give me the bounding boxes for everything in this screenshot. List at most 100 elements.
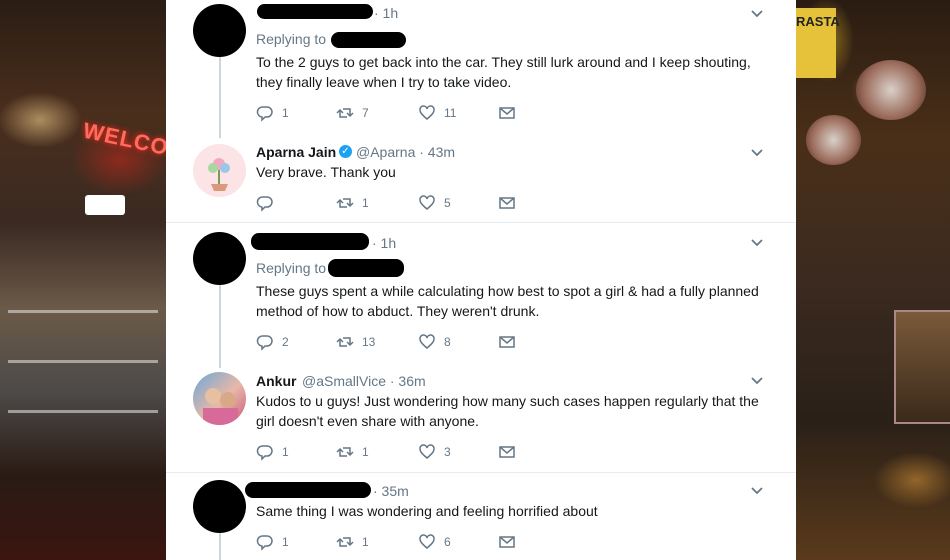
reply-count: 1 [282, 106, 289, 120]
heart-icon [419, 444, 435, 459]
right-background-photo: RASTA [796, 0, 950, 560]
tweet-feed: · 1h Replying to To the 2 guys to get ba… [166, 0, 796, 560]
author-handle[interactable]: @Aparna · 43m [356, 144, 455, 160]
envelope-icon [499, 197, 515, 209]
tweet-time[interactable]: · 1h [372, 235, 396, 251]
chevron-down-icon[interactable] [749, 373, 765, 389]
retweet-icon [336, 108, 354, 118]
heart-icon [419, 534, 435, 549]
retweet-icon [336, 537, 354, 547]
shelf-line [8, 310, 158, 313]
tweet-time[interactable]: · 35m [373, 483, 409, 499]
reply-icon [256, 445, 273, 461]
envelope-icon [499, 336, 515, 348]
reply-button[interactable] [256, 194, 274, 212]
direct-message-button[interactable] [498, 194, 516, 212]
thread-line [219, 532, 221, 560]
retweet-icon [336, 198, 354, 208]
like-count: 11 [444, 106, 457, 120]
avatar-redacted[interactable] [193, 232, 246, 285]
envelope-icon [499, 107, 515, 119]
reply-count: 1 [282, 445, 289, 459]
reply-icon [256, 335, 273, 351]
thread-line [219, 50, 221, 138]
tweet-text: To the 2 guys to get back into the car. … [256, 54, 751, 90]
welcome-sign: WELCOME [80, 117, 166, 168]
retweet-button[interactable]: 7 [336, 104, 369, 122]
hanging-plate [856, 60, 926, 120]
like-button[interactable]: 6 [418, 533, 451, 551]
verified-badge-icon: ✓ [339, 145, 352, 158]
heart-icon [419, 105, 435, 120]
direct-message-button[interactable] [498, 333, 516, 351]
tweet-time[interactable]: · 1h [374, 5, 398, 21]
envelope-icon [499, 446, 515, 458]
like-button[interactable]: 5 [418, 194, 451, 212]
reply-count: 2 [282, 335, 289, 349]
chevron-down-icon[interactable] [749, 145, 765, 161]
reply-button[interactable]: 1 [256, 533, 289, 551]
like-button[interactable]: 8 [418, 333, 451, 351]
tweet-divider [166, 222, 796, 223]
like-count: 3 [444, 445, 451, 459]
direct-message-button[interactable] [498, 104, 516, 122]
like-count: 6 [444, 535, 451, 549]
reply-count: 1 [282, 535, 289, 549]
flower-illustration [208, 158, 230, 191]
reply-icon [256, 196, 273, 212]
heart-icon [419, 195, 435, 210]
rasta-sign: RASTA [796, 8, 840, 78]
author-handle[interactable]: @aSmallVice · 36m [302, 373, 426, 389]
reply-button[interactable]: 1 [256, 443, 289, 461]
like-count: 5 [444, 196, 451, 210]
retweet-count: 1 [362, 445, 369, 459]
heart-icon [419, 334, 435, 349]
retweet-count: 1 [362, 196, 369, 210]
reply-button[interactable]: 1 [256, 104, 289, 122]
tweet-text: These guys spent a while calculating how… [256, 283, 759, 319]
chevron-down-icon[interactable] [749, 483, 765, 499]
direct-message-button[interactable] [498, 443, 516, 461]
tweet-text: Same thing I was wondering and feeling h… [256, 503, 598, 519]
retweet-button[interactable]: 1 [336, 443, 369, 461]
thread-line [219, 282, 221, 368]
avatar-redacted[interactable] [193, 480, 246, 533]
replying-to-label: Replying to [256, 31, 327, 47]
chevron-down-icon[interactable] [749, 6, 765, 22]
retweet-button[interactable]: 13 [336, 333, 375, 351]
reply-icon [256, 106, 273, 122]
replying-to-redacted[interactable] [331, 32, 406, 48]
replying-to-redacted[interactable] [328, 259, 404, 277]
author-name-redacted[interactable] [251, 233, 369, 250]
retweet-count: 7 [362, 106, 369, 120]
like-button[interactable]: 11 [418, 104, 456, 122]
author-name[interactable]: Aparna Jain [256, 144, 336, 160]
avatar-redacted[interactable] [193, 4, 246, 57]
avatar-photo [203, 388, 238, 425]
tweet-text: Kudos to u guys! Just wondering how many… [256, 393, 759, 429]
retweet-count: 13 [362, 335, 376, 349]
wall-sign [894, 310, 950, 424]
retweet-icon [336, 337, 354, 347]
reply-button[interactable]: 2 [256, 333, 289, 351]
retweet-icon [336, 447, 354, 457]
author-name-redacted[interactable] [245, 482, 371, 498]
like-count: 8 [444, 335, 451, 349]
reply-icon [256, 535, 273, 551]
direct-message-button[interactable] [498, 533, 516, 551]
shelf-line [8, 360, 158, 363]
chevron-down-icon[interactable] [749, 235, 765, 251]
retweet-button[interactable]: 1 [336, 194, 369, 212]
tweet-divider [166, 472, 796, 473]
left-background-photo: WELCOME [0, 0, 166, 560]
tweet-text: Very brave. Thank you [256, 164, 396, 180]
author-name-redacted[interactable] [257, 4, 373, 19]
retweet-button[interactable]: 1 [336, 533, 369, 551]
retweet-count: 1 [362, 535, 369, 549]
author-name[interactable]: Ankur [256, 373, 296, 389]
avatar-ankur[interactable] [193, 372, 246, 425]
avatar-aparna[interactable] [193, 144, 246, 197]
envelope-icon [499, 536, 515, 548]
replying-to-label: Replying to [256, 260, 327, 276]
like-button[interactable]: 3 [418, 443, 451, 461]
